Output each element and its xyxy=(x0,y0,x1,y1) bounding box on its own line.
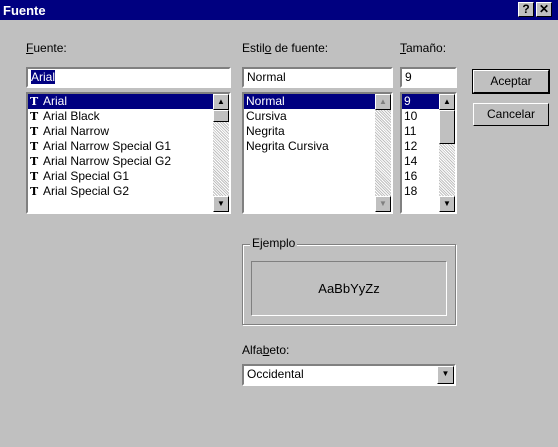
list-item-label: Arial Black xyxy=(43,109,100,123)
list-item-label: Negrita xyxy=(246,124,285,138)
truetype-font-icon: T xyxy=(30,95,39,108)
list-item-label: Arial Narrow Special G1 xyxy=(43,139,172,153)
list-item[interactable]: T Arial Narrow Special G1 xyxy=(28,139,213,154)
list-item-label: 16 xyxy=(404,169,418,183)
list-item-label: Arial Special G1 xyxy=(43,169,130,183)
list-item[interactable]: 14 xyxy=(402,154,439,169)
list-item-label: Cursiva xyxy=(246,109,287,123)
scroll-up-icon: ▲ xyxy=(375,94,391,110)
list-item[interactable]: Negrita xyxy=(244,124,375,139)
list-item-label: Arial Narrow Special G2 xyxy=(43,154,172,168)
sample-preview: AaBbYyZz xyxy=(251,261,447,316)
list-item-label: Negrita Cursiva xyxy=(246,139,329,153)
font-label: Fuente: xyxy=(26,41,67,55)
cancel-button[interactable]: Cancelar xyxy=(473,103,549,126)
list-item-label: 10 xyxy=(404,109,418,123)
scroll-thumb[interactable] xyxy=(213,110,229,122)
scroll-down-icon[interactable]: ▼ xyxy=(213,196,229,212)
scroll-down-icon: ▼ xyxy=(375,196,391,212)
list-item[interactable]: T Arial Black xyxy=(28,109,213,124)
list-item-label: 12 xyxy=(404,139,418,153)
list-item[interactable]: T Arial xyxy=(28,94,213,109)
truetype-font-icon: T xyxy=(30,185,39,198)
size-input[interactable]: 9 xyxy=(400,67,457,88)
window-title: Fuente xyxy=(3,3,46,18)
style-list[interactable]: Normal Cursiva Negrita Negrita Cursiva ▲ ▼ xyxy=(242,92,393,214)
truetype-font-icon: T xyxy=(30,125,39,138)
list-item[interactable]: T Arial Narrow Special G2 xyxy=(28,154,213,169)
scroll-up-icon[interactable]: ▲ xyxy=(213,94,229,110)
size-list-scrollbar[interactable]: ▲ ▼ xyxy=(439,94,455,212)
font-list-scrollbar[interactable]: ▲ ▼ xyxy=(213,94,229,212)
list-item-label: Arial Narrow xyxy=(43,124,110,138)
title-bar: Fuente ? ✕ xyxy=(0,0,558,20)
sample-group-label: Ejemplo xyxy=(250,236,298,250)
close-button[interactable]: ✕ xyxy=(536,2,552,17)
list-item[interactable]: 9 xyxy=(402,94,439,109)
size-label: Tamaño: xyxy=(400,41,447,55)
scroll-down-icon[interactable]: ▼ xyxy=(439,196,455,212)
font-list[interactable]: T Arial T Arial Black T Arial Narrow T Arial Na… xyxy=(26,92,231,214)
list-item-label: 14 xyxy=(404,154,418,168)
list-item-label: Normal xyxy=(246,94,285,108)
font-input[interactable]: Arial xyxy=(26,67,231,88)
list-item[interactable]: 12 xyxy=(402,139,439,154)
list-item[interactable]: T Arial Special G2 xyxy=(28,184,213,199)
list-item[interactable]: 10 xyxy=(402,109,439,124)
list-item[interactable]: 16 xyxy=(402,169,439,184)
chevron-down-icon[interactable]: ▼ xyxy=(437,366,454,384)
help-button[interactable]: ? xyxy=(518,2,534,17)
accept-button[interactable]: Aceptar xyxy=(472,69,550,94)
truetype-font-icon: T xyxy=(30,155,39,168)
truetype-font-icon: T xyxy=(30,140,39,153)
list-item[interactable]: Cursiva xyxy=(244,109,375,124)
list-item-label: 9 xyxy=(404,94,411,108)
script-select[interactable]: Occidental ▼ xyxy=(242,364,456,386)
list-item[interactable]: 11 xyxy=(402,124,439,139)
list-item[interactable]: T Arial Special G1 xyxy=(28,169,213,184)
list-item[interactable]: T Arial Narrow xyxy=(28,124,213,139)
list-item-label: Arial xyxy=(43,94,68,108)
scroll-up-icon[interactable]: ▲ xyxy=(439,94,455,110)
truetype-font-icon: T xyxy=(30,170,39,183)
list-item-label: 18 xyxy=(404,184,418,198)
script-label: Alfabeto: xyxy=(242,343,290,357)
list-item[interactable]: Normal xyxy=(244,94,375,109)
style-input[interactable]: Normal xyxy=(242,67,393,88)
list-item[interactable]: 18 xyxy=(402,184,439,199)
style-label: Estilo de fuente: xyxy=(242,41,329,55)
truetype-font-icon: T xyxy=(30,110,39,123)
list-item[interactable]: Negrita Cursiva xyxy=(244,139,375,154)
list-item-label: Arial Special G2 xyxy=(43,184,130,198)
size-list[interactable]: 9 10 11 12 14 16 18 ▲ ▼ xyxy=(400,92,457,214)
scroll-thumb[interactable] xyxy=(439,110,455,144)
list-item-label: 11 xyxy=(404,124,417,138)
style-list-scrollbar: ▲ ▼ xyxy=(375,94,391,212)
script-value: Occidental xyxy=(247,367,304,381)
